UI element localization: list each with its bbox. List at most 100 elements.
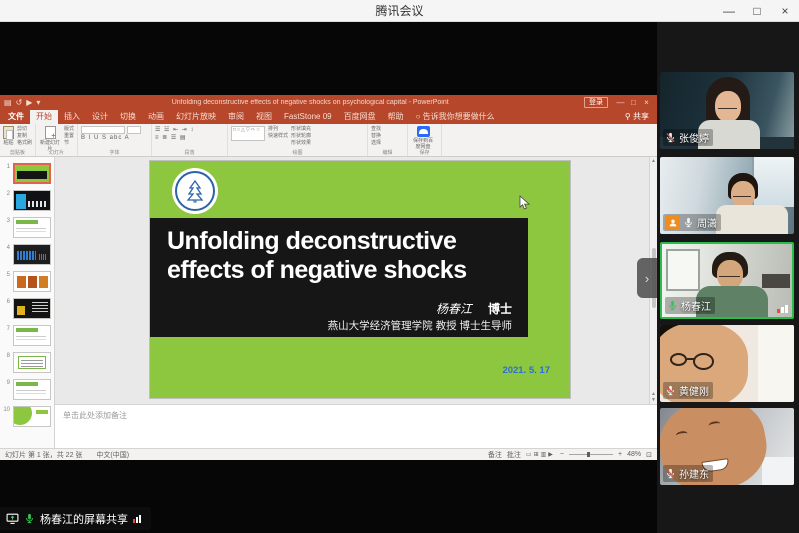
start-slideshow-icon[interactable]: ▶ bbox=[26, 95, 32, 110]
slideshow-view-icon[interactable]: ▶ bbox=[548, 452, 555, 458]
slide-thumbnail-10[interactable] bbox=[13, 406, 51, 427]
title-banner[interactable]: Unfolding deconstructive effects of nega… bbox=[150, 218, 528, 337]
title-slide[interactable]: Unfolding deconstructive effects of nega… bbox=[150, 161, 570, 398]
paste-icon bbox=[3, 126, 14, 139]
fit-to-window-icon[interactable]: ⊡ bbox=[646, 451, 652, 459]
shape-outline-button[interactable]: 形状轮廓 bbox=[291, 133, 311, 139]
reset-button[interactable]: 重置 bbox=[64, 133, 74, 139]
slide-thumbnail-4[interactable] bbox=[13, 244, 51, 265]
thumbnail-row[interactable]: 4 bbox=[3, 244, 54, 265]
layout-button[interactable]: 版式 bbox=[64, 126, 74, 132]
undo-icon[interactable]: ↺ bbox=[16, 95, 23, 110]
ppt-maximize-button[interactable]: □ bbox=[627, 98, 640, 107]
shape-effects-button[interactable]: 形状效果 bbox=[291, 140, 311, 146]
replace-button[interactable]: 替换 bbox=[371, 133, 381, 139]
university-logo[interactable] bbox=[172, 168, 218, 214]
font-size-select[interactable] bbox=[127, 126, 141, 134]
slide-thumbnail-5[interactable] bbox=[13, 271, 51, 292]
minimize-button[interactable]: — bbox=[715, 0, 743, 22]
slide-thumbnail-9[interactable] bbox=[13, 379, 51, 400]
shapes-gallery[interactable]: □○△▽⇨☆ bbox=[231, 126, 265, 141]
list-indent-buttons[interactable]: ☰ ☱ ⇤ ⇥ ↕ bbox=[155, 126, 194, 133]
participant-video-tile[interactable]: 周潇 bbox=[660, 157, 794, 234]
tab-help[interactable]: 帮助 bbox=[382, 110, 410, 124]
participant-video-tile[interactable]: 黄健刚 bbox=[660, 325, 794, 402]
cut-button[interactable]: 剪切 bbox=[17, 126, 32, 132]
tab-home[interactable]: 开始 bbox=[30, 110, 58, 124]
zoom-slider[interactable] bbox=[569, 454, 613, 455]
ppt-share-button[interactable]: ⚲ 共享 bbox=[625, 110, 649, 124]
zoom-out-button[interactable]: − bbox=[560, 451, 564, 458]
share-person-icon: ⚲ bbox=[625, 112, 631, 121]
arrange-button[interactable]: 排列 bbox=[268, 126, 288, 132]
thumbnail-row[interactable]: 9 bbox=[3, 379, 54, 400]
comments-toggle-button[interactable]: 批注 bbox=[507, 450, 521, 460]
section-button[interactable]: 节 bbox=[64, 140, 74, 146]
participant-label: 黄健刚 bbox=[663, 382, 713, 399]
slide-sorter-icon[interactable]: ⊞ bbox=[534, 452, 541, 458]
participant-label: 杨春江 bbox=[665, 297, 715, 314]
notes-toggle-button[interactable]: 备注 bbox=[488, 450, 502, 460]
normal-view-icon[interactable]: ▭ bbox=[526, 452, 534, 458]
ribbon-group-paragraph: ☰ ☱ ⇤ ⇥ ↕ ≡ ≣ ☰ ▤ 段落 bbox=[152, 124, 228, 156]
slide-canvas[interactable]: Unfolding deconstructive effects of nega… bbox=[55, 157, 649, 404]
quick-styles-button[interactable]: 快速样式 bbox=[268, 133, 288, 139]
tab-slideshow[interactable]: 幻灯片放映 bbox=[170, 110, 222, 124]
zoom-level[interactable]: 48% bbox=[627, 451, 641, 458]
tab-insert[interactable]: 插入 bbox=[58, 110, 86, 124]
copy-button[interactable]: 复制 bbox=[17, 133, 32, 139]
scroll-up-icon[interactable]: ▲ bbox=[651, 158, 656, 164]
next-slide-icon[interactable]: ▼ bbox=[651, 397, 656, 403]
ppt-minimize-button[interactable]: — bbox=[614, 98, 627, 107]
thumbnail-row[interactable]: 2 bbox=[3, 190, 54, 211]
thumbnail-row[interactable]: 3 bbox=[3, 217, 54, 238]
tell-me-search[interactable]: ○ 告诉我你想要做什么 bbox=[410, 110, 501, 124]
slide-thumbnail-1-selected[interactable] bbox=[13, 163, 51, 184]
language-indicator[interactable]: 中文(中国) bbox=[96, 450, 129, 460]
maximize-button[interactable]: □ bbox=[743, 0, 771, 22]
slide-date[interactable]: 2021. 5. 17 bbox=[502, 365, 550, 376]
format-painter-button[interactable]: 格式刷 bbox=[17, 140, 32, 146]
select-button[interactable]: 选择 bbox=[371, 140, 381, 146]
notes-pane[interactable]: 单击此处添加备注 bbox=[55, 404, 657, 448]
thumbnail-row[interactable]: 8 bbox=[3, 352, 54, 373]
ppt-close-button[interactable]: × bbox=[640, 98, 653, 107]
participant-video-tile[interactable]: 孙建东 bbox=[660, 408, 794, 485]
zoom-in-button[interactable]: + bbox=[618, 451, 622, 458]
slide-thumbnail-2[interactable] bbox=[13, 190, 51, 211]
avatar-badge-icon bbox=[665, 215, 680, 230]
tab-animations[interactable]: 动画 bbox=[142, 110, 170, 124]
participant-video-tile-active-speaker[interactable]: 杨春江 bbox=[660, 242, 794, 319]
shape-fill-button[interactable]: 形状填充 bbox=[291, 126, 311, 132]
slide-thumbnail-8[interactable] bbox=[13, 352, 51, 373]
thumbnail-row[interactable]: 7 bbox=[3, 325, 54, 346]
close-button[interactable]: × bbox=[771, 0, 799, 22]
slide-thumbnail-6[interactable] bbox=[13, 298, 51, 319]
find-button[interactable]: 查找 bbox=[371, 126, 381, 132]
tab-file[interactable]: 文件 bbox=[2, 110, 30, 124]
sidebar-collapse-button[interactable]: › bbox=[637, 258, 657, 298]
tab-transitions[interactable]: 切换 bbox=[114, 110, 142, 124]
thumbnail-row[interactable]: 6 bbox=[3, 298, 54, 319]
tab-view[interactable]: 视图 bbox=[250, 110, 278, 124]
thumbnail-row[interactable]: 1 bbox=[3, 163, 54, 184]
thumbnail-row[interactable]: 10 bbox=[3, 406, 54, 427]
ppt-signin-button[interactable]: 登录 bbox=[584, 97, 608, 108]
view-buttons[interactable]: ▭⊞▥▶ bbox=[526, 451, 555, 458]
thumbnail-row[interactable]: 5 bbox=[3, 271, 54, 292]
mouse-cursor bbox=[519, 195, 531, 216]
tab-design[interactable]: 设计 bbox=[86, 110, 114, 124]
zoom-knob[interactable] bbox=[587, 452, 590, 457]
save-icon[interactable]: ▤ bbox=[4, 95, 12, 110]
font-name-select[interactable] bbox=[81, 126, 125, 134]
font-format-buttons[interactable]: B I U S abc A bbox=[81, 135, 141, 141]
tab-baidu-netdisk[interactable]: 百度网盘 bbox=[338, 110, 382, 124]
tab-faststone[interactable]: FastStone 09 bbox=[278, 110, 338, 124]
participant-video-tile[interactable]: 张俊婷 bbox=[660, 72, 794, 149]
slide-thumbnail-3[interactable] bbox=[13, 217, 51, 238]
tab-review[interactable]: 审阅 bbox=[222, 110, 250, 124]
paste-button[interactable]: 粘贴 bbox=[3, 126, 14, 146]
baidu-netdisk-save-button[interactable]: 保存到百度网盘 bbox=[411, 126, 435, 150]
align-buttons[interactable]: ≡ ≣ ☰ ▤ bbox=[155, 134, 194, 141]
slide-thumbnail-7[interactable] bbox=[13, 325, 51, 346]
